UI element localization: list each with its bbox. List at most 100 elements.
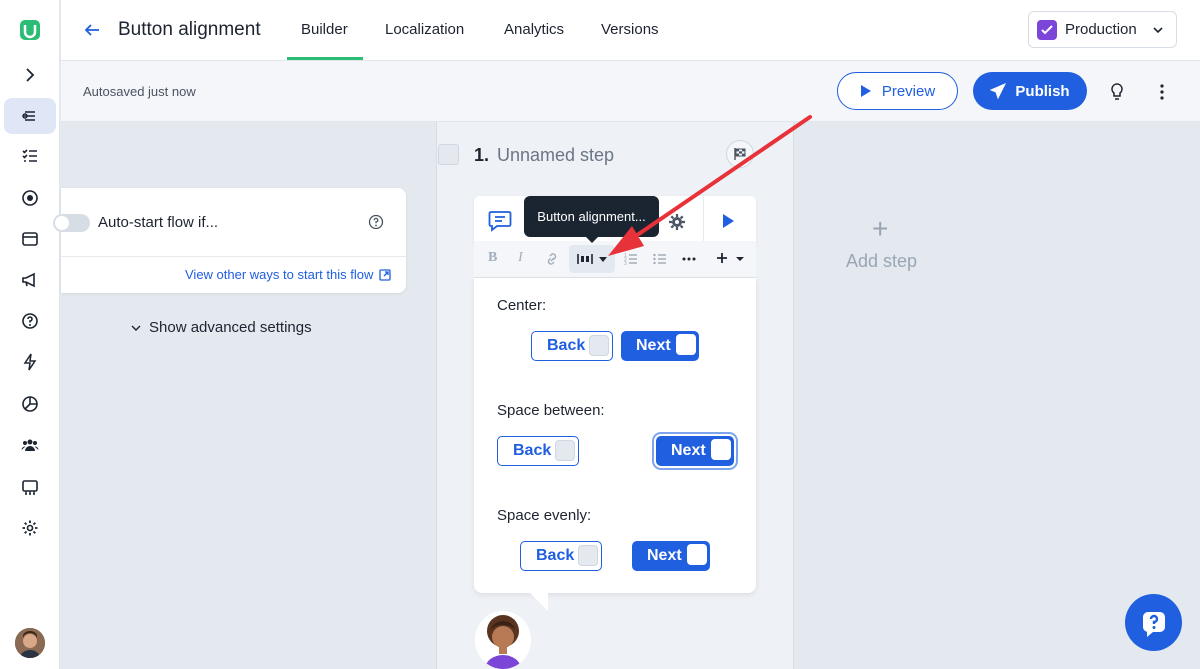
flows-icon bbox=[22, 111, 35, 121]
target-icon bbox=[22, 190, 38, 206]
button-handle bbox=[578, 545, 598, 566]
rail-item-actions[interactable] bbox=[4, 344, 56, 380]
help-chat-button[interactable] bbox=[1125, 594, 1182, 651]
gear-icon bbox=[22, 520, 38, 536]
persona-avatar[interactable] bbox=[475, 611, 531, 669]
publish-button[interactable]: Publish bbox=[973, 72, 1087, 110]
preview-button[interactable]: Preview bbox=[837, 72, 958, 110]
view-other-ways-link[interactable]: View other ways to start this flow bbox=[185, 267, 391, 282]
back-button[interactable]: Back bbox=[497, 436, 579, 466]
numbered-list-icon[interactable]: 123 bbox=[624, 252, 638, 266]
step-number: 1. bbox=[474, 145, 490, 165]
chevron-right-icon bbox=[26, 68, 35, 82]
next-button[interactable]: Next bbox=[656, 436, 734, 466]
step-flag-button[interactable] bbox=[726, 140, 754, 168]
environment-select[interactable]: Production bbox=[1028, 11, 1177, 48]
page-title: Button alignment bbox=[118, 19, 261, 40]
caret-down-icon bbox=[598, 257, 607, 262]
more-horizontal-icon[interactable] bbox=[682, 257, 696, 261]
button-handle bbox=[711, 439, 731, 460]
button-handle bbox=[687, 544, 707, 565]
sub-header: Autosaved just now Preview Publish bbox=[61, 61, 1200, 122]
help-circle-icon bbox=[22, 313, 38, 329]
tab-analytics[interactable]: Analytics bbox=[504, 21, 564, 38]
link-icon[interactable] bbox=[544, 252, 560, 266]
window-icon bbox=[22, 232, 38, 246]
dashboard-icon bbox=[22, 480, 38, 495]
section-label-center: Center: bbox=[497, 297, 547, 314]
next-button-label: Next bbox=[636, 337, 671, 354]
help-icon[interactable] bbox=[368, 214, 384, 230]
trigger-card: Auto-start flow if... View other ways to… bbox=[53, 188, 406, 293]
rail-item-banners[interactable] bbox=[4, 221, 56, 257]
lightning-icon bbox=[23, 353, 37, 371]
show-advanced-settings[interactable]: Show advanced settings bbox=[131, 319, 312, 336]
rail-item-analytics[interactable] bbox=[4, 386, 56, 422]
chevron-down-icon bbox=[1153, 27, 1163, 34]
lightbulb-icon[interactable] bbox=[1110, 83, 1124, 101]
bold-icon[interactable]: B bbox=[488, 250, 497, 266]
back-button-label: Back bbox=[536, 547, 575, 564]
back-button[interactable]: Back bbox=[520, 541, 602, 571]
rail-item-resource-center[interactable] bbox=[4, 303, 56, 339]
align-space-between-icon bbox=[576, 254, 593, 264]
svg-text:3: 3 bbox=[624, 261, 627, 266]
autostart-toggle[interactable] bbox=[53, 214, 90, 232]
plus-icon[interactable] bbox=[716, 252, 728, 264]
play-icon[interactable] bbox=[720, 213, 736, 229]
active-tab-indicator bbox=[287, 57, 363, 60]
add-step-plus-icon[interactable]: + bbox=[872, 213, 888, 245]
step-select-checkbox[interactable] bbox=[438, 144, 459, 165]
expand-rail-button[interactable] bbox=[4, 57, 56, 93]
divider bbox=[703, 196, 704, 244]
rail-item-settings[interactable] bbox=[4, 510, 56, 546]
section-label-space-evenly: Space evenly: bbox=[497, 507, 592, 524]
back-button[interactable]: Back bbox=[531, 331, 613, 361]
more-options-icon[interactable] bbox=[1154, 83, 1170, 101]
next-button[interactable]: Next bbox=[632, 541, 710, 571]
button-alignment-tooltip: Button alignment... bbox=[524, 196, 659, 243]
next-button[interactable]: Next bbox=[621, 331, 699, 361]
chevron-down-icon bbox=[131, 325, 141, 331]
publish-label: Publish bbox=[1015, 82, 1070, 100]
bubble-tail bbox=[530, 593, 548, 611]
italic-icon[interactable]: I bbox=[518, 250, 523, 266]
autostart-label: Auto-start flow if... bbox=[98, 214, 219, 231]
tab-versions[interactable]: Versions bbox=[601, 21, 659, 38]
button-handle bbox=[589, 335, 609, 356]
tab-builder[interactable]: Builder bbox=[301, 21, 348, 38]
tab-localization[interactable]: Localization bbox=[385, 21, 464, 38]
top-header: Button alignment Builder Localization An… bbox=[61, 0, 1200, 61]
rail-item-users[interactable] bbox=[4, 427, 56, 463]
back-button-label: Back bbox=[547, 337, 586, 354]
step-name[interactable]: Unnamed step bbox=[497, 145, 614, 166]
rail-item-checklists[interactable] bbox=[4, 138, 56, 174]
button-handle bbox=[676, 334, 696, 355]
checklist-icon bbox=[22, 149, 37, 162]
caret-down-icon[interactable] bbox=[735, 256, 745, 262]
section-label-space-between: Space between: bbox=[497, 402, 605, 419]
preview-label: Preview bbox=[881, 82, 936, 100]
back-arrow-icon[interactable] bbox=[83, 21, 101, 39]
button-alignment-dropdown[interactable] bbox=[569, 245, 615, 273]
bullet-list-icon[interactable] bbox=[653, 252, 667, 266]
button-handle bbox=[555, 440, 575, 461]
rail-item-dashboards[interactable] bbox=[4, 469, 56, 505]
checkered-flag-icon bbox=[734, 148, 746, 160]
play-icon bbox=[860, 85, 871, 97]
rail-item-pins[interactable] bbox=[4, 180, 56, 216]
next-button-label: Next bbox=[647, 547, 682, 564]
add-step-panel bbox=[795, 122, 1200, 669]
chat-bubble-icon[interactable] bbox=[488, 210, 512, 232]
rail-item-launchers[interactable] bbox=[4, 262, 56, 298]
logo-icon[interactable] bbox=[18, 18, 42, 42]
user-avatar[interactable] bbox=[15, 628, 45, 658]
add-step-button[interactable]: Add step bbox=[846, 251, 917, 272]
megaphone-icon bbox=[22, 272, 35, 288]
editor-body: Center: Back Next Space between: Back Ne… bbox=[474, 278, 756, 593]
rail-item-flows[interactable] bbox=[4, 98, 56, 134]
send-icon bbox=[990, 83, 1007, 99]
gear-icon[interactable] bbox=[668, 213, 686, 231]
back-button-label: Back bbox=[513, 442, 552, 459]
view-other-label: View other ways to start this flow bbox=[185, 267, 374, 282]
